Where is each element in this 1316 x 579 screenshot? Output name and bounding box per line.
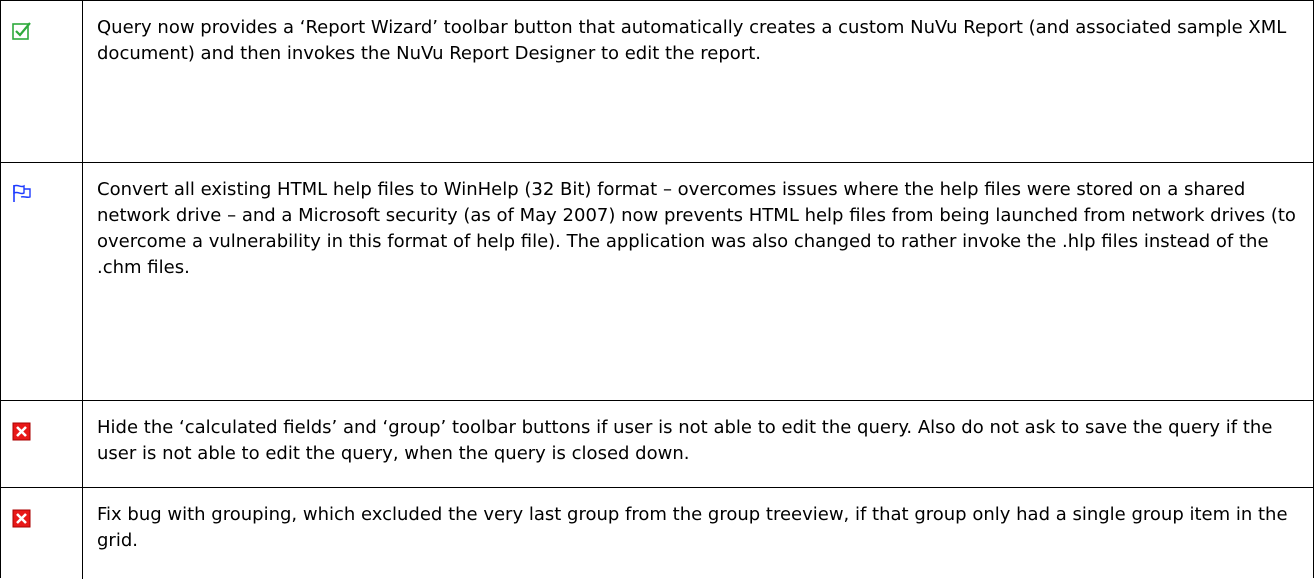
status-cell <box>1 401 82 487</box>
x-box-icon <box>12 509 31 528</box>
status-cell <box>1 1 82 162</box>
column-divider <box>82 401 83 487</box>
row-description: Hide the ‘calculated fields’ and ‘group’… <box>97 417 1273 464</box>
status-cell <box>1 488 82 579</box>
column-divider <box>82 163 83 400</box>
table-row: Convert all existing HTML help files to … <box>1 163 1313 401</box>
table-row: Query now provides a ‘Report Wizard’ too… <box>1 1 1313 163</box>
status-cell <box>1 163 82 400</box>
row-description: Query now provides a ‘Report Wizard’ too… <box>97 17 1287 64</box>
table-row: Hide the ‘calculated fields’ and ‘group’… <box>1 401 1313 488</box>
checked-box-icon <box>12 22 31 40</box>
x-box-icon <box>12 422 31 441</box>
flag-icon <box>13 184 31 202</box>
column-divider <box>82 488 83 579</box>
row-description: Convert all existing HTML help files to … <box>97 179 1296 278</box>
row-description: Fix bug with grouping, which excluded th… <box>97 504 1288 551</box>
table-row: Fix bug with grouping, which excluded th… <box>1 488 1313 579</box>
release-notes-table: Query now provides a ‘Report Wizard’ too… <box>0 0 1314 579</box>
column-divider <box>82 1 83 162</box>
